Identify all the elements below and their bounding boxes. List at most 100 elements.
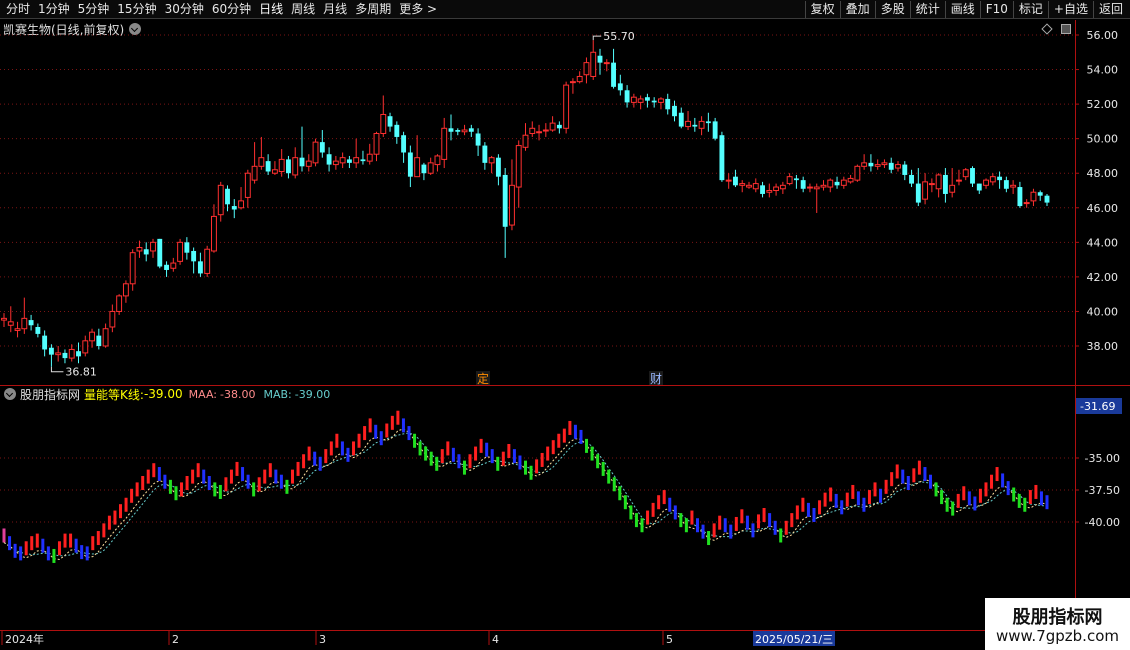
indicator-bar xyxy=(157,467,161,482)
candle-body xyxy=(1010,184,1017,188)
indicator-bar xyxy=(768,513,772,528)
indicator-bar xyxy=(535,459,539,474)
indicator-bar xyxy=(202,469,206,484)
indicator-bar xyxy=(906,476,910,490)
indicator-bar xyxy=(690,510,694,525)
indicator-bar xyxy=(35,533,39,548)
candle-body xyxy=(441,127,448,160)
indicator-bar xyxy=(296,461,300,476)
indicator-bar xyxy=(168,479,172,494)
candle-body xyxy=(7,321,14,326)
candle-body xyxy=(495,157,501,177)
candle-body xyxy=(509,184,515,226)
indicator-bar xyxy=(252,482,256,497)
indicator-bar xyxy=(995,467,999,482)
candle-body xyxy=(394,124,400,137)
indicator-bar xyxy=(895,464,899,479)
indicator-bar xyxy=(801,497,805,512)
time-label-1: 2 xyxy=(172,633,179,646)
indicator-bar xyxy=(462,460,466,475)
indicator-bar xyxy=(596,454,600,469)
candle-body xyxy=(89,331,95,342)
indicator-bar xyxy=(973,496,977,511)
indicator-bar xyxy=(1045,495,1049,510)
indicator-bar xyxy=(418,441,422,456)
candle-body xyxy=(204,248,211,274)
price-tick-label: 50.00 xyxy=(1087,133,1119,146)
price-tick-label: 46.00 xyxy=(1087,202,1119,215)
indicator-bar xyxy=(623,495,627,510)
indicator-bar xyxy=(845,492,849,507)
high-label: 55.70 xyxy=(603,30,635,43)
candle-body xyxy=(617,83,623,91)
candle-body xyxy=(373,132,380,155)
candle-body xyxy=(502,174,508,227)
candle-body xyxy=(881,162,888,166)
indicator-bar xyxy=(413,433,417,448)
candle-body xyxy=(569,81,576,84)
indicator-bar xyxy=(806,502,810,517)
candle-body xyxy=(733,176,738,186)
candle-body xyxy=(949,184,956,193)
indicator-bar xyxy=(313,451,317,466)
candle-body xyxy=(739,183,746,186)
candle-body xyxy=(692,124,698,127)
indicator-bar xyxy=(779,528,783,543)
indicator-bar xyxy=(352,441,356,456)
candle-body xyxy=(231,206,237,210)
indicator-bar xyxy=(429,451,433,466)
indicator-bar xyxy=(407,426,411,441)
indicator-bar xyxy=(163,474,167,489)
price-tick-label: 52.00 xyxy=(1087,98,1119,111)
indicator-bar xyxy=(451,447,455,462)
indicator-bar xyxy=(701,524,705,539)
indicator-bar xyxy=(612,477,616,492)
candle-body xyxy=(366,153,373,162)
indicator-bar xyxy=(557,433,561,448)
candle-body xyxy=(251,165,258,181)
candle-body xyxy=(813,186,820,190)
indicator-bar xyxy=(468,454,472,469)
candle-body xyxy=(970,168,975,184)
candle-body xyxy=(326,154,332,165)
candle-body xyxy=(421,164,427,174)
indicator-bar xyxy=(873,482,877,497)
watermark: 股朋指标网 www.7gpzb.com xyxy=(985,598,1130,650)
event-marker-1: 财 xyxy=(650,372,662,386)
candle-body xyxy=(942,174,948,194)
candle-body xyxy=(746,184,752,188)
indicator-bar xyxy=(385,423,389,438)
indicator-bar xyxy=(102,523,106,538)
candle-body xyxy=(840,179,847,186)
indicator-bar xyxy=(63,533,67,548)
candle-body xyxy=(962,169,969,178)
candle-body xyxy=(380,113,387,134)
indicator-bar xyxy=(52,548,56,563)
indicator-bar xyxy=(457,454,461,469)
candle-body xyxy=(265,161,271,172)
candle-body xyxy=(48,347,54,355)
candle-body xyxy=(191,250,197,262)
watermark-url: www.7gpzb.com xyxy=(996,627,1119,645)
candle-body xyxy=(725,179,732,182)
indicator-bar xyxy=(1028,490,1032,505)
indicator-bar xyxy=(1006,481,1010,496)
candle-body xyxy=(976,183,982,191)
indicator-bar xyxy=(856,491,860,506)
indicator-bar xyxy=(1023,497,1027,512)
indicator-bar xyxy=(679,513,683,528)
candle-body xyxy=(427,162,434,174)
candle-body xyxy=(157,238,163,267)
indicator-bar xyxy=(1039,491,1043,506)
candle-body xyxy=(807,186,813,189)
candle-body xyxy=(827,179,834,188)
candle-body xyxy=(387,116,393,127)
indicator-bar xyxy=(152,463,156,478)
price-tick-label: 40.00 xyxy=(1087,305,1119,318)
candle-body xyxy=(1,317,7,321)
chart-canvas[interactable]: 56.00 54.00 52.00 50.00 48.00 46.00 44.00 42.00… xyxy=(0,0,1130,650)
price-tick-label: 56.00 xyxy=(1087,29,1119,42)
indicator-bar xyxy=(80,545,84,560)
candle-body xyxy=(170,262,177,269)
indicator-bar xyxy=(585,438,589,453)
